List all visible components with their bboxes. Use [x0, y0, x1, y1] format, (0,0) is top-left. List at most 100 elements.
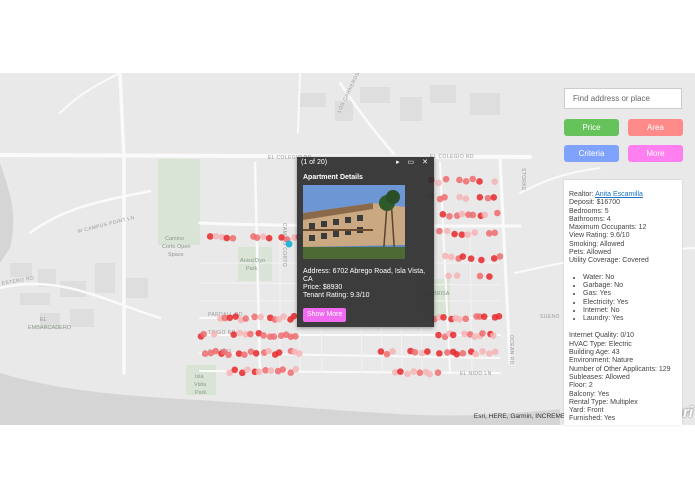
listing-marker[interactable]	[242, 315, 250, 322]
listing-marker[interactable]	[472, 350, 480, 358]
listing-marker[interactable]	[471, 229, 479, 236]
next-feature-icon[interactable]: ▸	[396, 159, 403, 166]
listing-marker[interactable]	[451, 230, 458, 238]
listing-marker[interactable]	[441, 193, 448, 201]
listing-marker[interactable]	[377, 348, 385, 355]
listing-marker[interactable]	[461, 330, 468, 338]
listing-marker[interactable]	[251, 313, 258, 321]
listing-marker[interactable]	[241, 351, 248, 358]
listing-marker[interactable]	[279, 366, 287, 373]
listing-marker[interactable]	[446, 212, 453, 220]
listing-marker[interactable]	[453, 351, 461, 358]
listing-marker[interactable]	[435, 179, 442, 187]
listing-marker[interactable]	[253, 234, 261, 241]
realtor-link[interactable]: Anita Escamilla	[595, 191, 643, 198]
listing-marker[interactable]	[453, 272, 461, 279]
listing-marker[interactable]	[424, 348, 431, 355]
listing-marker[interactable]	[443, 227, 451, 235]
close-icon[interactable]: ✕	[422, 159, 431, 166]
listing-marker[interactable]	[275, 349, 283, 356]
listing-marker[interactable]	[210, 330, 218, 338]
listing-marker[interactable]	[479, 348, 486, 355]
listing-marker[interactable]	[456, 176, 463, 184]
listing-marker[interactable]	[201, 350, 209, 357]
listing-marker[interactable]	[247, 330, 254, 338]
listing-marker[interactable]	[484, 194, 492, 202]
listing-marker[interactable]	[490, 332, 497, 339]
listing-marker[interactable]	[383, 350, 391, 358]
listing-marker[interactable]	[476, 194, 484, 201]
listing-marker[interactable]	[467, 255, 475, 262]
listing-marker[interactable]	[404, 370, 411, 378]
search-input[interactable]	[564, 88, 682, 109]
listing-marker[interactable]	[225, 351, 232, 359]
listing-marker[interactable]	[295, 350, 303, 357]
listing-marker[interactable]	[458, 231, 466, 239]
listing-marker[interactable]	[480, 313, 488, 320]
listing-marker[interactable]	[426, 370, 434, 378]
listing-marker[interactable]	[476, 178, 483, 185]
listing-marker[interactable]	[459, 253, 467, 260]
listing-marker[interactable]	[444, 349, 451, 356]
listing-marker[interactable]	[462, 178, 470, 185]
more-filter-button[interactable]: More	[628, 145, 683, 162]
listing-marker[interactable]	[265, 347, 272, 355]
listing-marker[interactable]	[206, 233, 214, 240]
listing-marker[interactable]	[416, 369, 424, 376]
listing-marker[interactable]	[479, 330, 486, 337]
listing-marker[interactable]	[491, 229, 499, 237]
listing-marker[interactable]	[491, 178, 499, 185]
listing-marker[interactable]	[252, 349, 260, 357]
listing-marker[interactable]	[230, 331, 238, 338]
listing-marker[interactable]	[442, 175, 450, 183]
listing-marker[interactable]	[280, 313, 287, 320]
listing-popup[interactable]: (1 of 20) ▸ ▭ ✕ Apartment Details Addres…	[297, 157, 434, 327]
listing-marker[interactable]	[292, 366, 300, 373]
listing-marker[interactable]	[435, 331, 442, 339]
listing-marker[interactable]	[469, 175, 477, 183]
listing-marker[interactable]	[212, 233, 220, 240]
listing-marker[interactable]	[229, 234, 237, 242]
listing-marker[interactable]	[257, 313, 265, 321]
listing-marker[interactable]	[212, 347, 219, 355]
listing-marker[interactable]	[490, 194, 498, 201]
listing-marker[interactable]	[456, 315, 463, 323]
maximize-icon[interactable]: ▭	[408, 159, 418, 166]
listing-marker[interactable]	[445, 272, 452, 280]
listing-marker[interactable]	[485, 350, 493, 357]
listing-marker[interactable]	[231, 366, 239, 374]
listing-marker[interactable]	[462, 315, 470, 323]
listing-marker[interactable]	[260, 332, 267, 339]
listing-marker[interactable]	[411, 348, 419, 356]
listing-marker[interactable]	[436, 350, 443, 357]
listing-marker[interactable]	[490, 255, 498, 262]
price-filter-button[interactable]: Price	[564, 119, 619, 136]
listing-marker[interactable]	[496, 253, 504, 260]
listing-marker[interactable]	[260, 233, 267, 240]
listing-marker[interactable]	[292, 333, 299, 340]
listing-marker[interactable]	[494, 209, 501, 217]
listing-marker[interactable]	[486, 273, 493, 280]
listing-marker[interactable]	[476, 272, 484, 280]
listing-marker[interactable]	[389, 348, 396, 355]
listing-marker[interactable]	[441, 252, 449, 260]
listing-marker[interactable]	[464, 231, 471, 238]
listing-marker[interactable]	[439, 211, 447, 218]
listing-marker[interactable]	[278, 234, 285, 241]
criteria-filter-button[interactable]: Criteria	[564, 145, 619, 162]
listing-marker[interactable]	[226, 314, 234, 322]
listing-marker[interactable]	[491, 348, 499, 356]
listing-marker[interactable]	[244, 366, 251, 373]
listing-marker[interactable]	[456, 193, 463, 201]
listing-marker[interactable]	[270, 333, 278, 340]
listing-marker[interactable]	[462, 195, 470, 203]
listing-marker[interactable]	[200, 330, 207, 338]
listing-marker[interactable]	[469, 211, 477, 219]
listing-marker[interactable]	[265, 234, 273, 242]
listing-marker[interactable]	[478, 256, 485, 264]
listing-marker[interactable]	[495, 312, 503, 320]
listing-marker[interactable]	[236, 329, 244, 337]
show-more-button[interactable]: Show More	[303, 307, 347, 323]
listing-marker[interactable]	[255, 368, 263, 376]
listing-marker[interactable]	[458, 210, 466, 218]
